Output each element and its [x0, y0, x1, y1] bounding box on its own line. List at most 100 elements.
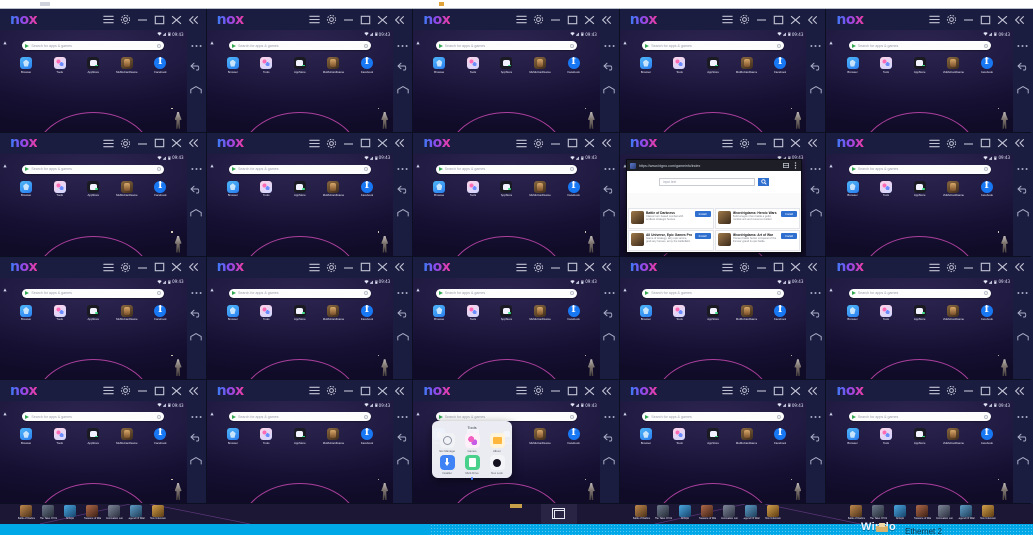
collapse-toolbar-button[interactable] [185, 135, 202, 152]
menu-button[interactable] [100, 259, 117, 276]
home-app-1[interactable]: Tools [459, 57, 486, 74]
collapse-toolbar-button[interactable] [391, 382, 408, 399]
mic-icon[interactable] [983, 414, 988, 419]
home-button[interactable] [190, 332, 203, 343]
settings-button[interactable] [530, 382, 547, 399]
back-button[interactable] [603, 61, 616, 72]
more-options-button[interactable] [603, 286, 616, 297]
maximize-button[interactable] [977, 135, 994, 152]
android-screen[interactable]: 09:43 Search for apps & games Browser Tools… [0, 277, 187, 380]
folder-app[interactable]: Multi-Drive [460, 455, 484, 475]
more-options-button[interactable] [396, 409, 409, 420]
close-button[interactable] [787, 382, 804, 399]
nox-emulator-window[interactable]: nox 09:43 Search for apps & games Browser To… [619, 9, 827, 133]
close-button[interactable] [374, 11, 391, 28]
nox-emulator-window[interactable]: nox 09:43 Search for apps & games Browser To… [0, 256, 207, 381]
more-options-button[interactable] [1016, 162, 1029, 173]
home-app-4[interactable]: Facebook [354, 428, 381, 445]
home-app-4[interactable]: Facebook [973, 57, 1000, 74]
close-button[interactable] [374, 259, 391, 276]
maximize-button[interactable] [977, 259, 994, 276]
collapse-toolbar-button[interactable] [804, 135, 821, 152]
more-options-button[interactable] [603, 162, 616, 173]
home-button[interactable] [396, 332, 409, 343]
play-search-bar[interactable]: Search for apps & games [228, 164, 371, 174]
home-app-2[interactable]: AppStore [286, 57, 313, 74]
more-options-button[interactable] [1016, 38, 1029, 49]
home-app-3[interactable]: MuMuCardGame [320, 180, 347, 198]
home-app-2[interactable]: AppStore [80, 57, 107, 74]
home-button[interactable] [603, 84, 616, 95]
settings-button[interactable] [943, 382, 960, 399]
taskbar-game-item[interactable]: Treasure of Warriors [699, 505, 716, 520]
menu-button[interactable] [513, 135, 530, 152]
home-app-2[interactable]: AppStore [700, 428, 727, 445]
android-screen[interactable]: 09:43 Search for apps & games Browser Tools… [206, 30, 394, 132]
browser-window[interactable]: https://www.bigno.com/gameinfo/index Inp… [626, 159, 802, 253]
maximize-button[interactable] [151, 135, 168, 152]
home-app-2[interactable]: AppStore [80, 180, 107, 198]
settings-button[interactable] [117, 382, 134, 399]
menu-button[interactable] [306, 259, 323, 276]
nox-emulator-window[interactable]: nox 09:43 Search for apps & games Browser To… [826, 9, 1033, 133]
maximize-button[interactable] [564, 382, 581, 399]
home-app-0[interactable]: Browser [839, 180, 866, 198]
home-app-3[interactable]: MuMuCardGame [320, 304, 347, 322]
home-button[interactable] [603, 208, 616, 219]
mic-icon[interactable] [776, 414, 781, 419]
more-options-button[interactable] [396, 38, 409, 49]
folder-app[interactable]: Album [485, 433, 509, 453]
play-search-bar[interactable]: Search for apps & games [228, 412, 371, 422]
home-app-1[interactable]: Tools [253, 304, 280, 322]
minimize-button[interactable] [340, 11, 357, 28]
android-screen[interactable]: 09:43 Search for apps & games Browser Tools… [0, 401, 187, 503]
nox-emulator-window[interactable]: nox 09:43 Search for apps & games Browser To… [413, 256, 620, 381]
home-app-3[interactable]: MuMuCardGame [940, 180, 967, 198]
home-app-3[interactable]: MuMuCardGame [113, 57, 140, 74]
collapse-toolbar-button[interactable] [391, 135, 408, 152]
nox-emulator-window[interactable]: nox 09:43 Search for apps & games Browser To… [0, 9, 207, 133]
mic-icon[interactable] [157, 167, 162, 172]
home-app-1[interactable]: Tools [253, 428, 280, 445]
home-button[interactable] [190, 84, 203, 95]
collapse-toolbar-button[interactable] [804, 11, 821, 28]
home-button[interactable] [1016, 208, 1029, 219]
maximize-button[interactable] [977, 11, 994, 28]
minimize-button[interactable] [134, 11, 151, 28]
menu-button[interactable] [719, 135, 736, 152]
nox-titlebar[interactable]: nox [206, 380, 413, 402]
folder-app[interactable]: Games [460, 433, 484, 453]
nox-titlebar[interactable]: nox [413, 9, 619, 30]
taskbar-game-item[interactable]: Nox Unknown [980, 505, 996, 520]
home-app-4[interactable]: Facebook [354, 304, 381, 322]
home-app-0[interactable]: Browser [13, 180, 40, 198]
minimize-button[interactable] [340, 382, 357, 399]
settings-button[interactable] [323, 259, 340, 276]
home-app-1[interactable]: Tools [666, 428, 693, 445]
settings-button[interactable] [323, 11, 340, 28]
taskbar-game-item[interactable]: Legend Of Warrior Pro [958, 505, 975, 520]
mic-icon[interactable] [157, 43, 162, 48]
settings-button[interactable] [530, 11, 547, 28]
home-app-3[interactable]: MuMuCardGame [527, 304, 554, 322]
android-screen[interactable]: 09:43 Search for apps & games Browser Tools… [619, 401, 807, 503]
android-screen[interactable]: 09:43 Search for apps & games Browser Tools… [413, 153, 600, 256]
maximize-button[interactable] [977, 382, 994, 399]
home-app-3[interactable]: MuMuCardGame [527, 428, 554, 445]
mic-icon[interactable] [570, 167, 575, 172]
back-button[interactable] [603, 309, 616, 320]
maximize-button[interactable] [770, 135, 787, 152]
home-button[interactable] [190, 208, 203, 219]
nox-titlebar[interactable]: nox [619, 9, 826, 30]
back-button[interactable] [190, 432, 203, 443]
home-button[interactable] [809, 455, 822, 466]
more-options-button[interactable] [809, 162, 822, 173]
android-screen[interactable]: 09:43 Search for apps & games Browser Tools… [0, 30, 187, 132]
menu-button[interactable] [306, 11, 323, 28]
nox-emulator-window[interactable]: nox 09:43 Search for apps & games Browser To… [826, 256, 1033, 381]
home-app-2[interactable]: AppStore [286, 428, 313, 445]
nox-titlebar[interactable]: nox [826, 132, 1032, 154]
taskbar-game-item[interactable]: The Tales Of Kings [870, 505, 887, 520]
home-app-1[interactable]: Tools [46, 304, 73, 322]
android-screen[interactable]: 09:43 Search for apps & games Browser Tools… [619, 277, 807, 380]
